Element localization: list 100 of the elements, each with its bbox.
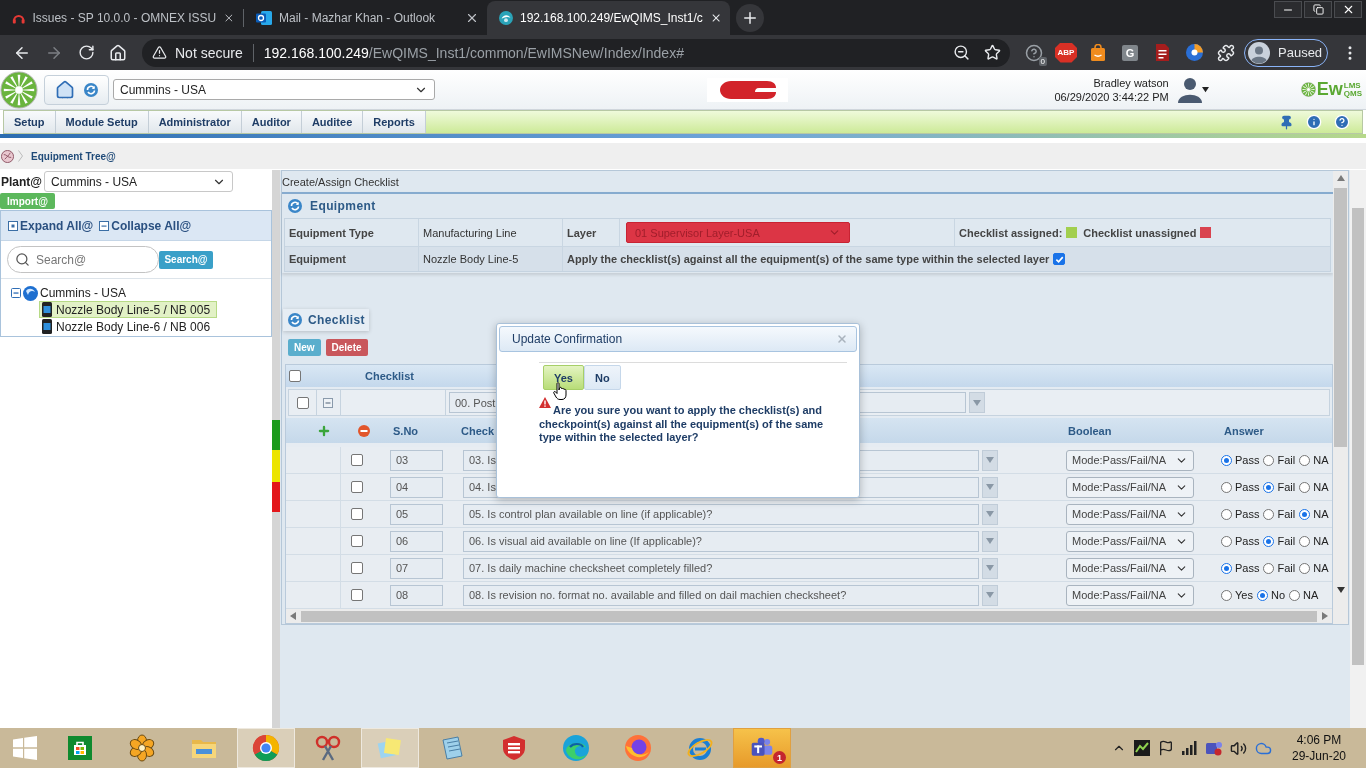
radio-button[interactable]	[1299, 508, 1311, 520]
mode-select[interactable]: Mode:Pass/Fail/NA	[1066, 449, 1194, 471]
checkbox[interactable]	[351, 454, 363, 466]
dropdown-button[interactable]	[982, 503, 998, 525]
sno-field[interactable]: 04	[390, 476, 443, 498]
minimize-button[interactable]	[1274, 1, 1302, 18]
tree-item[interactable]: Nozzle Body Line-6 / NB 006	[39, 318, 218, 335]
start-icon[interactable]	[12, 736, 37, 760]
letter-tile[interactable]: G	[1122, 44, 1138, 61]
star-icon[interactable]	[984, 44, 1001, 61]
new-tab-button[interactable]	[736, 3, 764, 32]
radio-button[interactable]	[1263, 535, 1275, 547]
remove-icon[interactable]	[358, 424, 370, 437]
radio-button[interactable]	[1221, 562, 1232, 574]
checkpoint-field[interactable]: 06. Is visual aid available on line (If applicable)?	[463, 530, 979, 552]
address-bar[interactable]: Not secure 192.168.100.249/EwQIMS_Inst1/common/EwIMSNew/Index/Index#	[142, 38, 1010, 67]
search-field[interactable]: Search@	[7, 246, 159, 273]
menu-item[interactable]: Auditee	[301, 111, 364, 133]
scroll-left-icon[interactable]	[289, 612, 297, 620]
dropdown-button[interactable]	[982, 557, 998, 579]
scrollbar-thumb[interactable]	[301, 610, 1317, 622]
scroll-right-icon[interactable]	[1321, 612, 1329, 620]
extension-badge[interactable]: ABP	[1055, 42, 1077, 63]
checkbox[interactable]	[289, 370, 301, 382]
refresh-icon[interactable]	[83, 82, 98, 97]
radio-button[interactable]	[1221, 481, 1232, 493]
mode-select[interactable]: Mode:Pass/Fail/NA	[1066, 530, 1194, 552]
dropdown-button[interactable]	[982, 449, 998, 471]
reload-icon[interactable]	[77, 44, 95, 61]
radio-button[interactable]	[1221, 508, 1232, 520]
checkbox[interactable]	[1053, 253, 1066, 265]
expand-icon[interactable]	[8, 220, 18, 231]
scroll-up-icon[interactable]	[1336, 174, 1345, 182]
checkpoint-field[interactable]: 08. Is revision no. format no. available and filled on dail machien checksheet?	[463, 584, 979, 606]
tree-item[interactable]: Nozzle Body Line-5 / NB 005	[39, 301, 218, 318]
radio-button[interactable]	[1299, 562, 1311, 574]
flag-icon[interactable]	[1158, 740, 1174, 756]
caret-icon[interactable]	[1201, 86, 1209, 93]
swirl-icon[interactable]	[562, 734, 590, 762]
document-icon[interactable]	[1155, 44, 1169, 61]
checkbox[interactable]	[297, 396, 309, 409]
checkpoint-field[interactable]: 07. Is daily machine checksheet completely filled?	[463, 557, 979, 579]
radio-button[interactable]	[1289, 589, 1300, 601]
radio-button[interactable]	[1221, 589, 1232, 601]
checkbox[interactable]	[351, 589, 363, 601]
menu-item[interactable]: Administrator	[148, 111, 242, 133]
shopping-bag-icon[interactable]	[1090, 44, 1106, 61]
dialog-button[interactable]: No	[583, 365, 621, 390]
mode-select[interactable]: Mode:Pass/Fail/NA	[1066, 503, 1194, 525]
restore-icon[interactable]	[1312, 4, 1324, 15]
radio-button[interactable]	[1299, 481, 1311, 493]
close-button[interactable]	[1334, 1, 1362, 18]
sno-field[interactable]: 08	[390, 584, 443, 606]
breadcrumb-link[interactable]: Equipment Tree@	[31, 150, 116, 162]
scrollbar-thumb[interactable]	[1352, 208, 1364, 665]
menu-item[interactable]: Module Setup	[55, 111, 149, 133]
add-icon[interactable]	[317, 423, 331, 438]
checkbox[interactable]	[351, 562, 363, 574]
expand-all-link[interactable]: Expand All@	[8, 218, 94, 233]
delete-button[interactable]: Delete	[325, 339, 368, 356]
signal-icon[interactable]	[1182, 741, 1198, 755]
sno-field[interactable]: 05	[390, 503, 443, 525]
refresh-icon[interactable]	[288, 313, 302, 327]
radio-button[interactable]	[1221, 454, 1232, 466]
refresh-icon[interactable]	[288, 199, 302, 213]
shield-icon[interactable]	[500, 734, 528, 762]
radio-button[interactable]	[1263, 562, 1275, 574]
dropdown-button[interactable]	[982, 584, 998, 606]
sno-field[interactable]: 03	[390, 449, 443, 471]
question-icon[interactable]	[1025, 43, 1043, 62]
dropdown-button[interactable]	[982, 530, 998, 552]
checkbox[interactable]	[351, 535, 363, 547]
user-silhouette-icon[interactable]	[1177, 76, 1202, 103]
collapse-icon[interactable]	[323, 397, 333, 408]
dialog-button[interactable]: Yes	[543, 365, 584, 390]
scrollbar-thumb[interactable]	[1334, 188, 1347, 447]
close-icon[interactable]	[223, 11, 235, 25]
restore-button[interactable]	[1304, 1, 1332, 18]
volume-icon[interactable]	[1230, 739, 1247, 757]
taskbar-app[interactable]: 1	[733, 728, 791, 768]
scissors-icon[interactable]	[314, 734, 342, 762]
clock[interactable]: 4:06 PM 29-Jun-20	[1288, 732, 1350, 764]
zoom-out-icon[interactable]	[953, 44, 970, 61]
radio-button[interactable]	[1263, 481, 1275, 493]
sno-field[interactable]: 07	[390, 557, 443, 579]
tricolor-ring-icon[interactable]	[252, 734, 280, 762]
tree-item[interactable]: Cummins - USA	[40, 286, 126, 300]
chat-tray-icon[interactable]	[1206, 740, 1222, 756]
checkbox[interactable]	[351, 508, 363, 520]
dropdown-button[interactable]	[969, 392, 985, 413]
menu-item[interactable]: Setup	[4, 111, 56, 133]
extensions-icon[interactable]	[1217, 43, 1235, 62]
home-icon[interactable]	[55, 79, 76, 100]
collapse-all-link[interactable]: Collapse All@	[99, 218, 192, 233]
radio-button[interactable]	[1263, 454, 1275, 466]
mode-select[interactable]: Mode:Pass/Fail/NA	[1066, 584, 1194, 606]
browser-tab[interactable]: 192.168.100.249/EwQIMS_Inst1/c	[487, 1, 730, 35]
taskbar-app[interactable]	[237, 728, 295, 768]
menu-item[interactable]: Auditor	[241, 111, 302, 133]
home-icon[interactable]	[109, 43, 127, 62]
